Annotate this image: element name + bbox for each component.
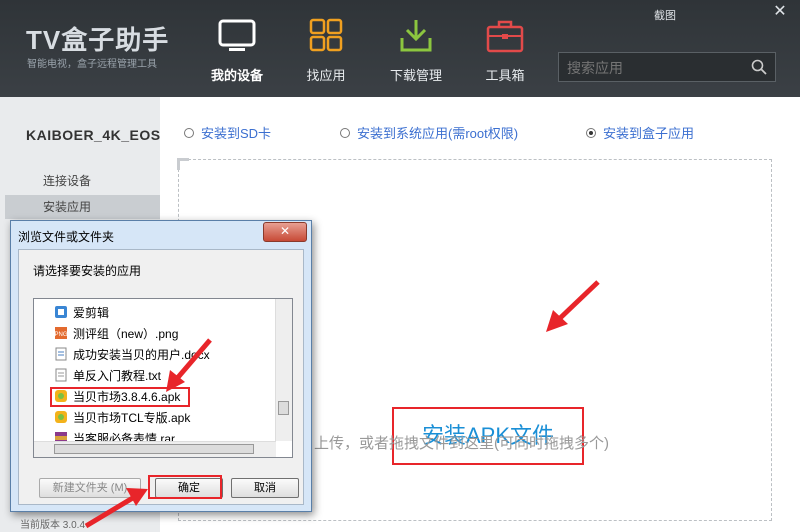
nav-toolbox[interactable]: 工具箱 — [465, 18, 545, 88]
dialog-prompt: 请选择要安装的应用 — [33, 264, 142, 278]
list-item[interactable]: 成功安装当贝的用户.docx — [54, 346, 210, 364]
apps-grid-icon — [309, 18, 343, 52]
drop-hint-text: 上传，或者拖拽文件到这里(可同时拖拽多个) — [314, 435, 609, 452]
app-logo: TV盒子助手 — [26, 25, 170, 55]
scroll-thumb[interactable] — [54, 444, 254, 454]
tv-icon — [218, 19, 256, 51]
app-icon — [55, 306, 67, 318]
new-folder-button[interactable]: 新建文件夹 (M) — [39, 478, 141, 498]
nav-label: 下载管理 — [389, 68, 442, 83]
radio-install-system[interactable]: 安装到系统应用(需root权限) — [340, 123, 518, 142]
radio-install-box[interactable]: 安装到盒子应用 — [586, 123, 694, 142]
toolbox-icon — [486, 20, 524, 53]
screenshot-button[interactable]: 截图 — [654, 7, 676, 23]
radio-dot — [184, 127, 194, 138]
vertical-scrollbar[interactable] — [275, 299, 292, 441]
scroll-thumb[interactable] — [278, 401, 289, 415]
apk-icon — [55, 411, 67, 423]
dialog-body: 请选择要安装的应用 爱剪辑 PNG 测评组（new）.png 成功安装当贝的用户.… — [18, 249, 304, 505]
list-item[interactable]: PNG 测评组（new）.png — [54, 325, 178, 343]
svg-text:PNG: PNG — [54, 332, 67, 338]
sidebar-item-install-app[interactable]: 安装应用 — [5, 195, 160, 219]
search-icon[interactable] — [751, 59, 767, 75]
list-item[interactable]: 当贝市场TCL专版.apk — [54, 409, 190, 427]
selection-highlight — [50, 387, 190, 407]
nav-label: 工具箱 — [485, 68, 525, 83]
version-label: 当前版本 3.0.4 — [20, 520, 86, 531]
cancel-button[interactable]: 取消 — [231, 478, 299, 498]
nav-find-apps[interactable]: 找应用 — [286, 18, 366, 88]
sidebar-item-connect-device[interactable]: 连接设备 — [5, 169, 160, 193]
dialog-title: 浏览文件或文件夹 — [18, 230, 115, 244]
radio-install-sd[interactable]: 安装到SD卡 — [184, 123, 271, 142]
txt-icon — [55, 368, 67, 382]
top-bar: TV盒子助手 智能电视，盒子远程管理工具 我的设备 找应用 下载管理 工具箱 截… — [0, 0, 800, 97]
radio-dot-checked — [586, 127, 596, 138]
nav-label: 找应用 — [306, 68, 346, 83]
horizontal-scrollbar[interactable] — [34, 441, 276, 457]
nav-label: 我的设备 — [210, 68, 263, 83]
png-icon: PNG — [54, 327, 68, 339]
search-box — [558, 52, 776, 82]
download-icon — [400, 20, 432, 52]
device-name: KAIBOER_4K_EOS — [26, 127, 161, 143]
file-tree[interactable]: 爱剪辑 PNG 测评组（new）.png 成功安装当贝的用户.docx 单反入门教… — [33, 298, 293, 458]
list-item[interactable]: 单反入门教程.txt — [54, 367, 161, 385]
nav-download-manager[interactable]: 下载管理 — [376, 18, 456, 88]
search-input[interactable] — [565, 57, 749, 79]
app-tagline: 智能电视，盒子远程管理工具 — [27, 59, 157, 70]
radio-dot — [340, 127, 350, 138]
ok-highlight — [148, 475, 222, 499]
doc-icon — [55, 347, 67, 361]
list-item[interactable]: 爱剪辑 — [54, 304, 109, 322]
dialog-close-button[interactable]: ✕ — [263, 222, 307, 242]
close-window-button[interactable]: ✕ — [770, 2, 790, 22]
nav-my-devices[interactable]: 我的设备 — [197, 18, 277, 88]
browse-folder-dialog: 浏览文件或文件夹 ✕ 请选择要安装的应用 爱剪辑 PNG 测评组（new）.png… — [10, 220, 312, 512]
